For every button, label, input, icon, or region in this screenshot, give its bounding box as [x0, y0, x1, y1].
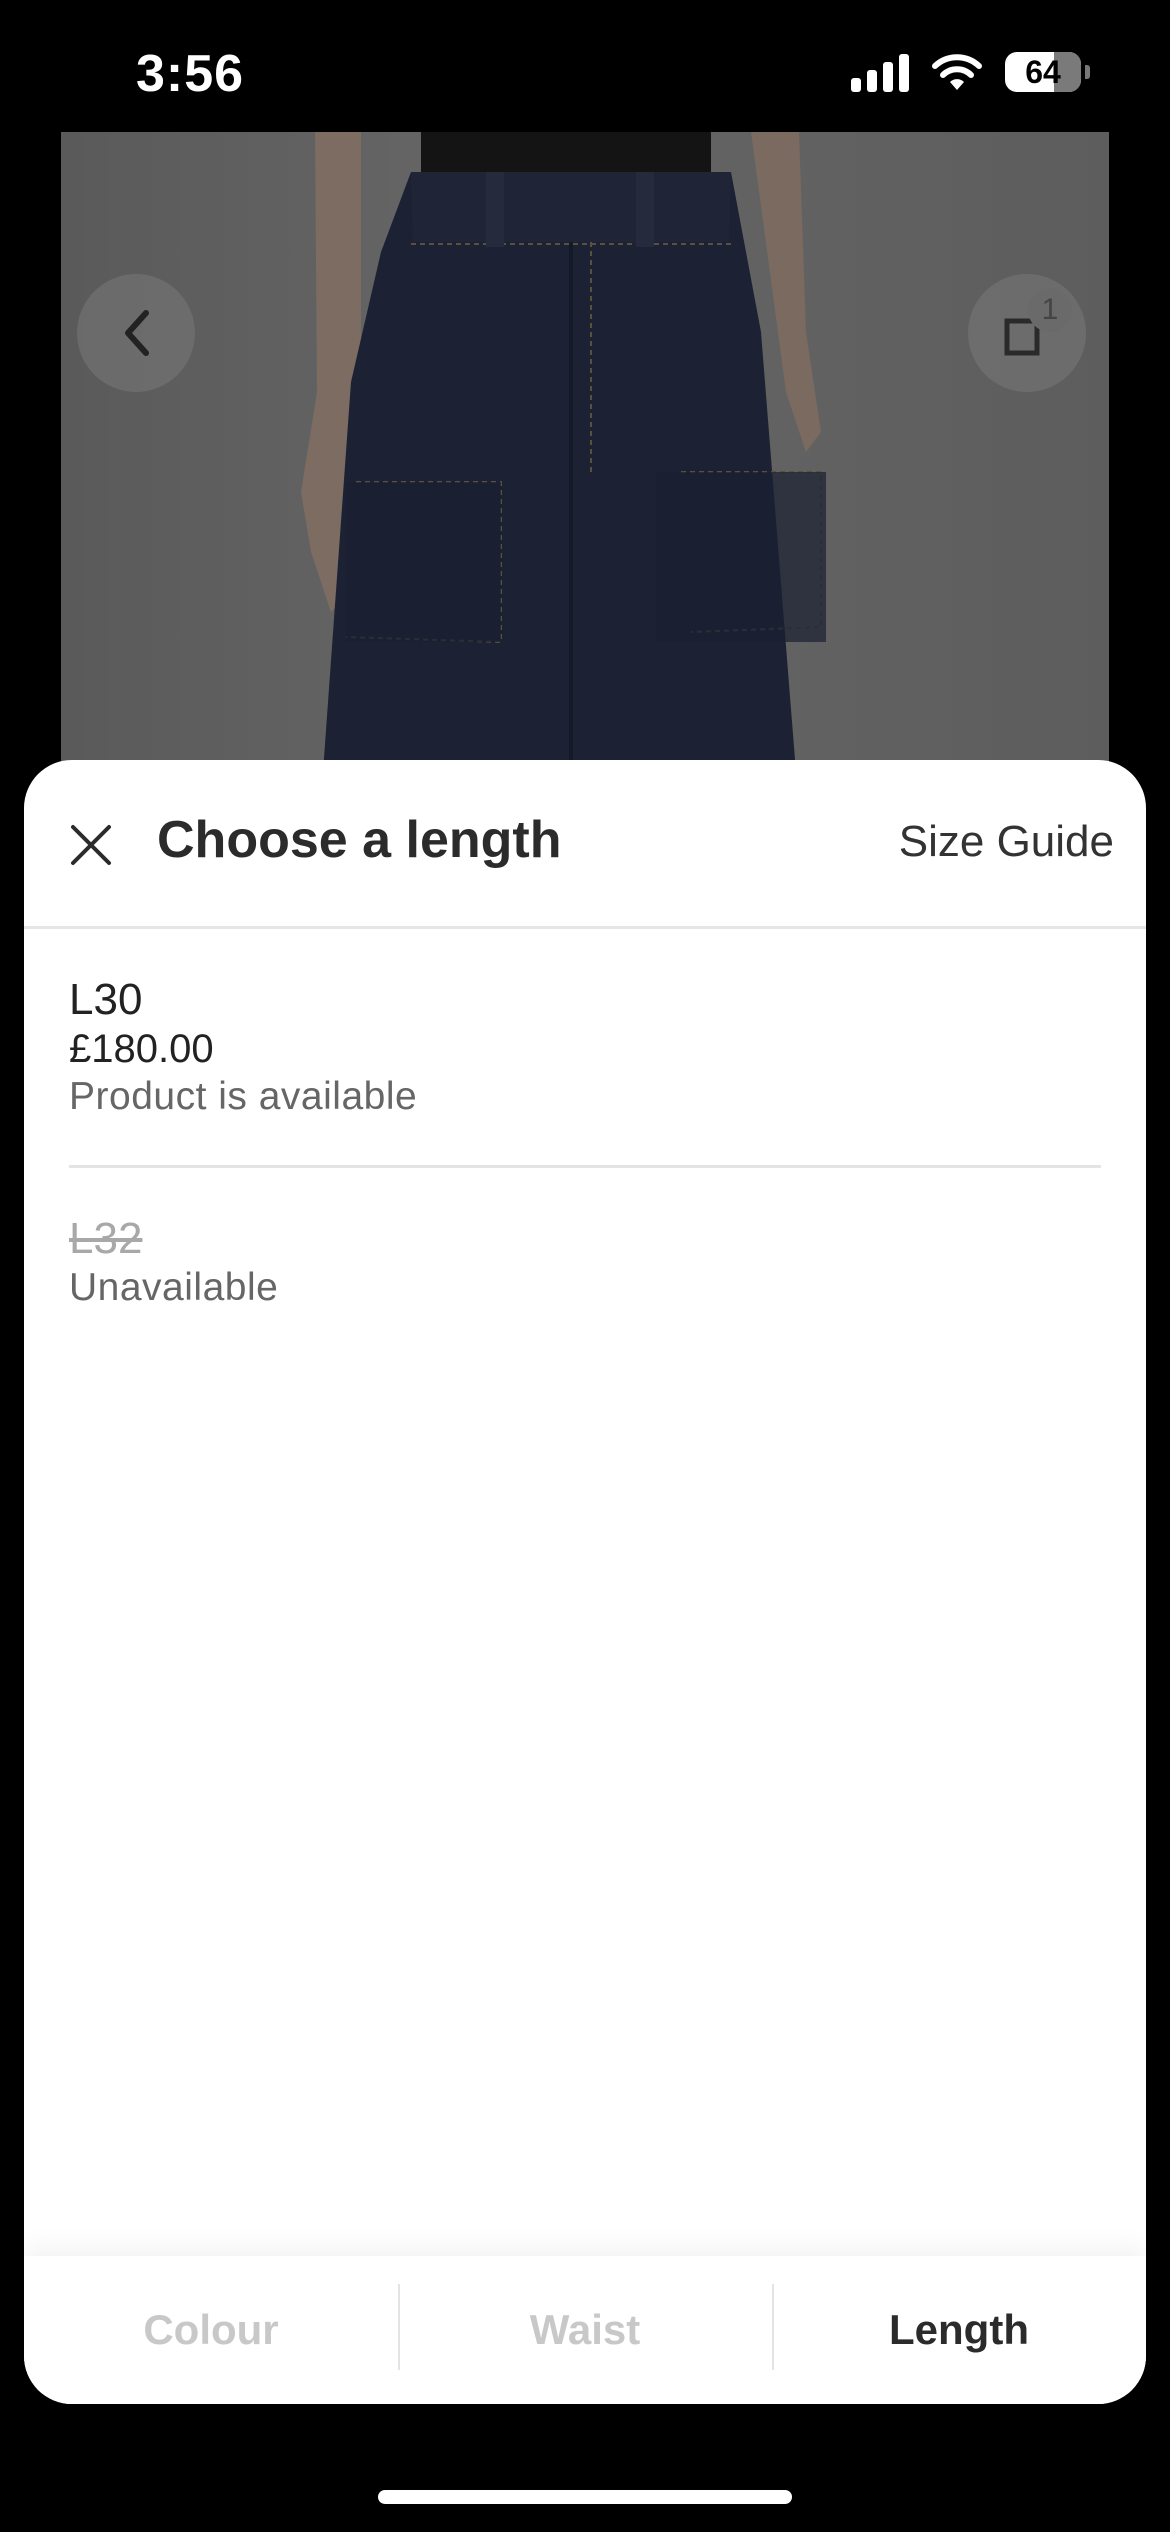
tab-waist[interactable]: Waist	[398, 2256, 772, 2404]
battery-icon: 64	[1005, 52, 1081, 92]
option-tab-bar: Colour Waist Length	[24, 2256, 1146, 2404]
length-picker-sheet: Choose a length Size Guide L30 £180.00 P…	[24, 760, 1146, 2404]
jeans-illustration	[301, 132, 826, 772]
status-time: 3:56	[136, 45, 245, 103]
length-options-list: L30 £180.00 Product is available L32 Una…	[24, 929, 1146, 1356]
sheet-header: Choose a length Size Guide	[24, 760, 1146, 929]
chevron-left-icon	[125, 310, 149, 356]
battery-cap	[1085, 65, 1090, 79]
home-indicator[interactable]	[378, 2490, 792, 2504]
close-icon	[71, 825, 111, 865]
close-button[interactable]	[66, 820, 116, 870]
product-image: 1	[61, 132, 1109, 772]
cellular-signal-icon	[851, 52, 909, 92]
back-button[interactable]	[77, 274, 195, 392]
share-count-badge: 1	[1028, 288, 1072, 332]
share-button[interactable]: 1	[968, 274, 1086, 392]
wifi-icon	[932, 54, 982, 90]
tab-colour[interactable]: Colour	[24, 2256, 398, 2404]
tab-length[interactable]: Length	[772, 2256, 1146, 2404]
length-option-l30[interactable]: L30 £180.00 Product is available	[69, 929, 1101, 1165]
option-price: £180.00	[69, 1027, 214, 1071]
option-name: L30	[69, 975, 143, 1024]
sheet-title: Choose a length	[157, 811, 562, 869]
status-bar: 3:56 64	[0, 0, 1170, 130]
size-guide-link[interactable]: Size Guide	[899, 817, 1114, 867]
option-status: Unavailable	[69, 1266, 279, 1309]
option-status: Product is available	[69, 1075, 418, 1118]
option-name: L32	[69, 1214, 143, 1263]
status-indicators: 64	[851, 52, 1090, 92]
length-option-l32[interactable]: L32 Unavailable	[69, 1165, 1101, 1356]
battery-level: 64	[1025, 53, 1061, 90]
